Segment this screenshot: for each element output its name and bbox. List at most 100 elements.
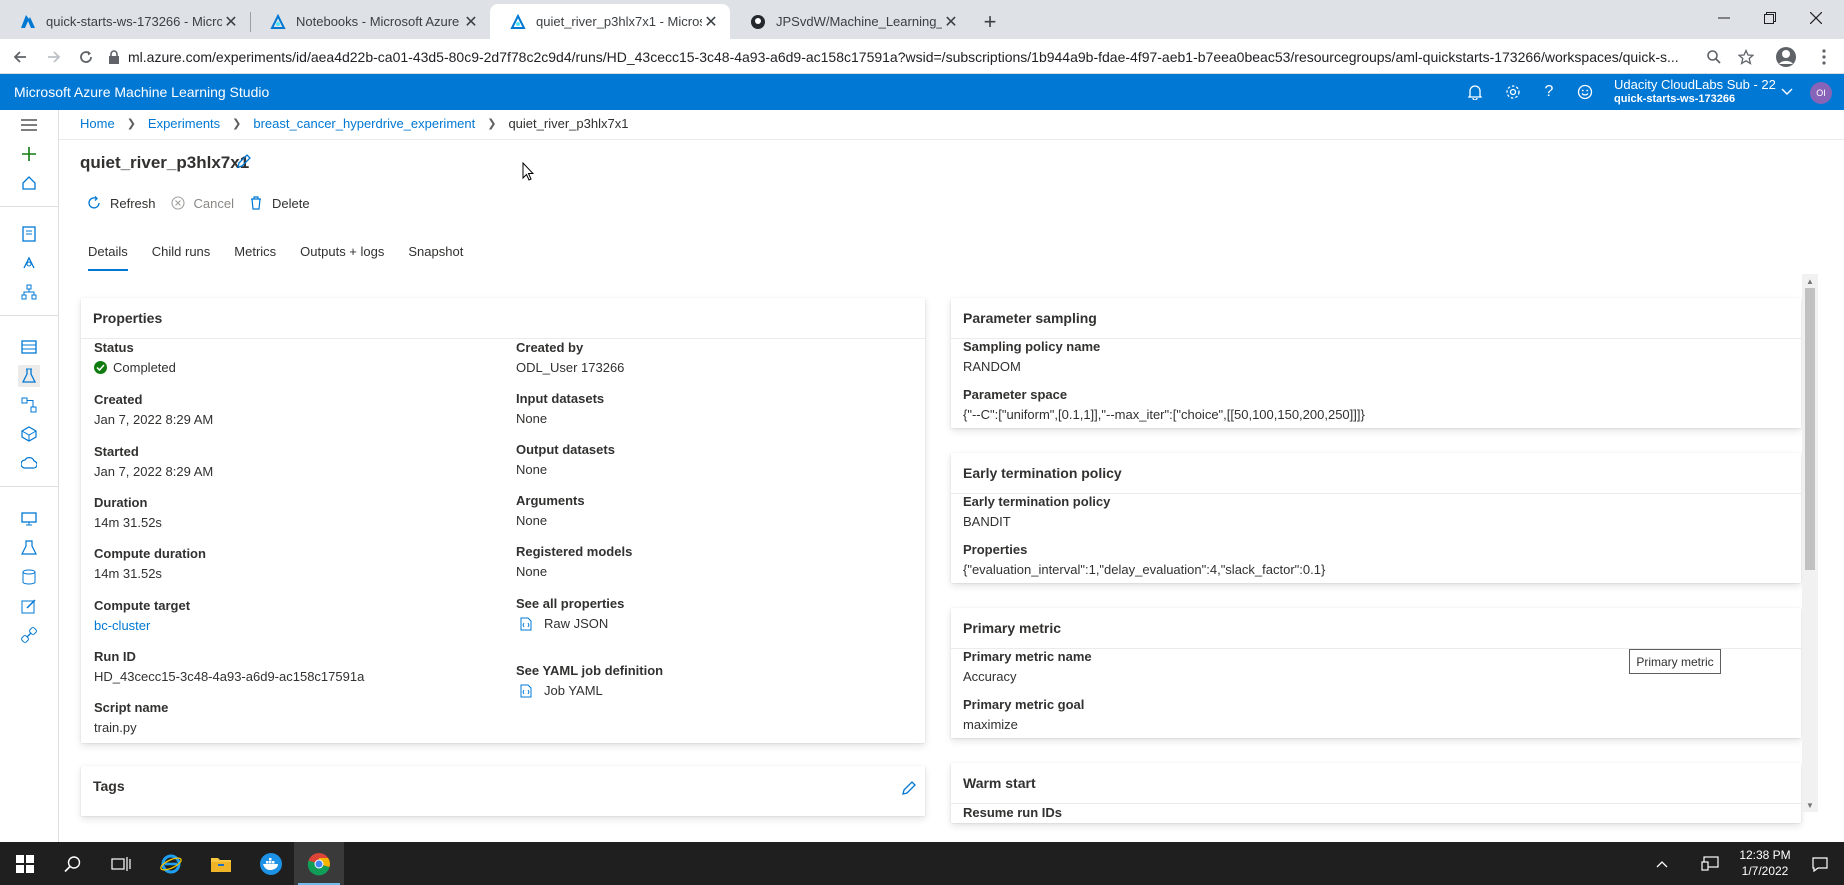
internet-explorer-icon[interactable]: [146, 842, 196, 885]
experiments-icon[interactable]: [18, 365, 40, 387]
parameter-space-field: Parameter space {"--C":["uniform",[0.1,1…: [963, 387, 1365, 422]
studio-brand[interactable]: Microsoft Azure Machine Learning Studio: [14, 84, 269, 100]
models-icon[interactable]: [18, 423, 40, 445]
automl-icon[interactable]: [18, 252, 40, 274]
created-field: Created Jan 7, 2022 8:29 AM: [94, 392, 213, 427]
compute-icon[interactable]: [18, 508, 40, 530]
tab-child-runs[interactable]: Child runs: [152, 244, 211, 271]
created-label: Created: [94, 392, 143, 407]
browser-tab-active[interactable]: quiet_river_p3hlx7x1 - Microsoft ✕: [490, 4, 730, 39]
tab-outputs-logs[interactable]: Outputs + logs: [300, 244, 384, 271]
notebook-icon[interactable]: [18, 223, 40, 245]
plus-icon[interactable]: [18, 143, 40, 165]
left-nav: [0, 110, 59, 842]
scroll-up-icon[interactable]: ▲: [1802, 274, 1818, 288]
tab-metrics[interactable]: Metrics: [234, 244, 276, 271]
pencil-icon[interactable]: [901, 780, 917, 796]
close-icon[interactable]: ✕: [222, 13, 240, 31]
tab-title: quick-starts-ws-173266 - Microsoft Azure: [46, 14, 222, 29]
termination-properties-field: Properties {"evaluation_interval":1,"del…: [963, 542, 1325, 577]
account-switcher[interactable]: Udacity CloudLabs Sub - 22 quick-starts-…: [1614, 77, 1776, 107]
notifications-icon[interactable]: [1810, 854, 1830, 874]
windows-start-icon[interactable]: [0, 842, 50, 885]
datasets-icon[interactable]: [18, 336, 40, 358]
close-window-button[interactable]: [1788, 0, 1844, 36]
tab-snapshot[interactable]: Snapshot: [408, 244, 463, 271]
created-by-value: ODL_User 173266: [516, 360, 625, 375]
content-scrollbar[interactable]: ▲ ▼: [1802, 274, 1818, 812]
address-bar[interactable]: ml.azure.com/experiments/id/aea4d22b-ca0…: [108, 43, 1708, 71]
close-icon[interactable]: ✕: [462, 13, 480, 31]
task-view-icon[interactable]: [96, 842, 146, 885]
chevron-down-icon[interactable]: [1775, 80, 1799, 104]
search-icon[interactable]: [48, 842, 98, 885]
linked-services-icon[interactable]: [18, 624, 40, 646]
job-yaml-link[interactable]: Job YAML: [516, 683, 663, 698]
help-icon[interactable]: ?: [1537, 80, 1561, 104]
breadcrumb-experiments[interactable]: Experiments: [148, 116, 220, 131]
input-datasets-field: Input datasets None: [516, 391, 604, 426]
close-icon[interactable]: ✕: [942, 13, 960, 31]
nav-divider: [0, 315, 58, 316]
avatar[interactable]: OI: [1810, 82, 1832, 104]
chrome-icon[interactable]: [294, 842, 344, 885]
close-icon[interactable]: ✕: [702, 13, 720, 31]
browser-tab[interactable]: JPSvdW/Machine_Learning_Engineer ✕: [730, 4, 970, 39]
tags-card: Tags: [81, 766, 925, 816]
home-icon[interactable]: [18, 172, 40, 194]
sampling-policy-field: Sampling policy name RANDOM: [963, 339, 1100, 374]
raw-json-link[interactable]: Raw JSON: [516, 616, 624, 631]
endpoints-icon[interactable]: [18, 452, 40, 474]
bell-icon[interactable]: [1463, 80, 1487, 104]
breadcrumb-home[interactable]: Home: [80, 116, 115, 131]
breadcrumb-divider: [59, 139, 1844, 140]
delete-button[interactable]: Delete: [248, 195, 310, 211]
browser-tab[interactable]: Notebooks - Microsoft Azure Machine Lear…: [250, 4, 490, 39]
network-icon[interactable]: [1700, 854, 1720, 874]
nav-divider: [0, 206, 58, 207]
back-button[interactable]: [6, 43, 34, 71]
script-name-value: train.py: [94, 720, 137, 735]
check-circle-icon: [94, 361, 107, 374]
file-explorer-icon[interactable]: [196, 842, 246, 885]
reload-button[interactable]: [72, 43, 100, 71]
hamburger-icon[interactable]: [18, 114, 40, 136]
job-yaml-label: Job YAML: [544, 683, 603, 698]
data-labeling-icon[interactable]: [18, 595, 40, 617]
tab-details[interactable]: Details: [88, 244, 128, 271]
designer-icon[interactable]: [18, 281, 40, 303]
browser-tab[interactable]: quick-starts-ws-173266 - Microsoft Azure…: [0, 4, 250, 39]
refresh-button[interactable]: Refresh: [86, 195, 156, 211]
menu-dots-icon[interactable]: [1810, 43, 1838, 71]
lock-icon: [108, 50, 120, 64]
primary-metric-name-value: Accuracy: [963, 669, 1017, 684]
new-tab-button[interactable]: +: [976, 8, 1004, 36]
breadcrumb-experiment[interactable]: breast_cancer_hyperdrive_experiment: [253, 116, 475, 131]
datastores-icon[interactable]: [18, 566, 40, 588]
docker-icon[interactable]: [246, 842, 296, 885]
compute-target-field: Compute target bc-cluster: [94, 598, 190, 633]
taskbar-clock[interactable]: 12:38 PM 1/7/2022: [1730, 847, 1800, 879]
refresh-icon: [86, 195, 102, 211]
bookmark-star-icon[interactable]: [1732, 43, 1760, 71]
scroll-down-icon[interactable]: ▼: [1802, 798, 1818, 812]
pipelines-icon[interactable]: [18, 394, 40, 416]
parameter-space-label: Parameter space: [963, 387, 1068, 402]
tags-title: Tags: [93, 778, 125, 794]
pencil-icon[interactable]: [236, 153, 254, 171]
profile-icon[interactable]: [1772, 43, 1800, 71]
gear-icon[interactable]: [1501, 80, 1525, 104]
cancel-button[interactable]: Cancel: [170, 195, 234, 211]
status-badge: Completed: [94, 360, 176, 375]
github-icon: [750, 14, 766, 30]
forward-button[interactable]: [40, 43, 68, 71]
run-id-value: HD_43cecc15-3c48-4a93-a6d9-ac158c17591a: [94, 669, 365, 684]
compute-target-link[interactable]: bc-cluster: [94, 618, 190, 633]
primary-metric-name-field: Primary metric name Accuracy: [963, 649, 1092, 684]
environments-icon[interactable]: [18, 537, 40, 559]
smiley-icon[interactable]: [1573, 80, 1597, 104]
zoom-icon[interactable]: [1700, 43, 1728, 71]
primary-metric-goal-field: Primary metric goal maximize: [963, 697, 1084, 732]
scrollbar-thumb[interactable]: [1805, 288, 1815, 570]
chevron-up-icon[interactable]: [1652, 854, 1672, 874]
